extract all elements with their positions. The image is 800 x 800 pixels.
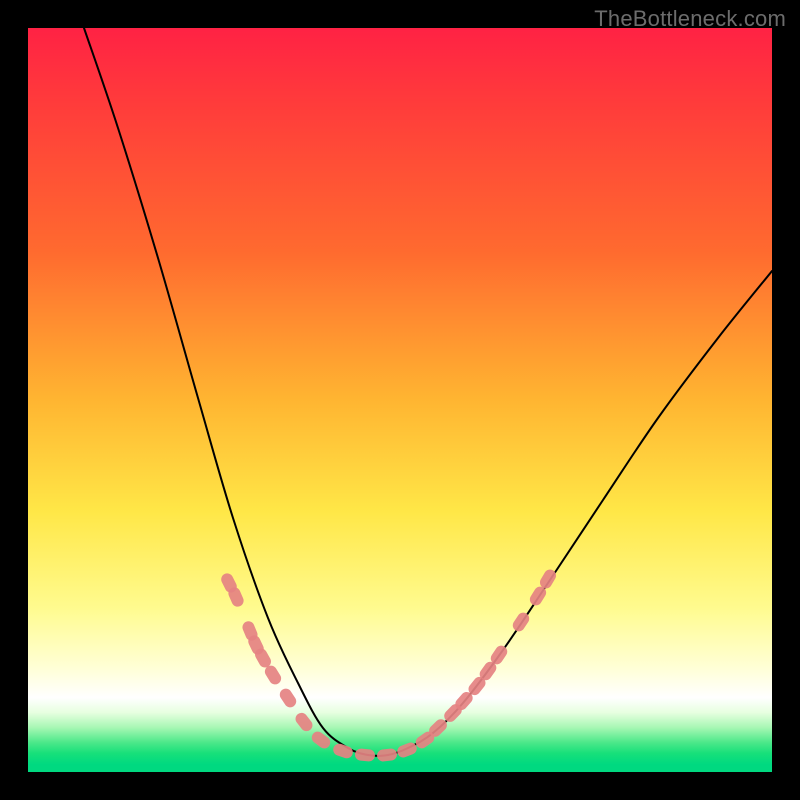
curve-marker [241,619,260,642]
curve-marker [332,742,355,760]
curve-marker [427,717,450,740]
curve-svg [28,28,772,772]
curve-marker [395,741,418,760]
curve-path [84,28,772,756]
curve-marker [293,710,315,733]
curve-line [84,28,772,756]
curve-marker [309,729,332,751]
curve-marker [263,663,284,686]
curve-marker [477,659,498,682]
curve-marker [538,567,558,590]
curve-marker [253,646,273,669]
chart-stage: TheBottleneck.com [0,0,800,800]
curve-marker [488,643,509,666]
plot-area [28,28,772,772]
curve-marker [442,702,465,725]
curve-marker [376,748,397,762]
curve-marker [413,729,436,750]
curve-marker [219,571,239,594]
curve-marker [277,686,298,709]
curve-marker [466,674,488,697]
curve-marker [528,584,549,607]
curve-marker [453,690,475,713]
curve-marker [246,633,265,656]
curve-markers [219,567,558,762]
curve-marker [510,610,531,633]
curve-marker [226,585,245,608]
curve-marker [354,748,375,762]
